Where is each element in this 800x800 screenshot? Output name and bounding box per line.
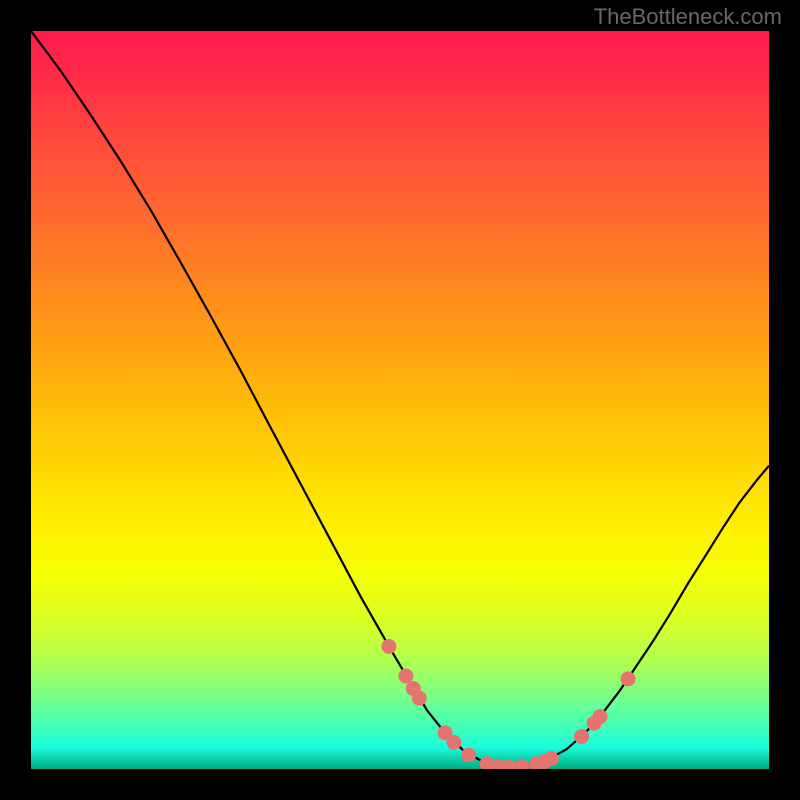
marker-dot	[398, 669, 413, 684]
marker-dot	[574, 729, 589, 744]
marker-dot	[461, 747, 476, 762]
chart-svg	[31, 31, 769, 769]
marker-dot	[446, 735, 461, 750]
highlight-markers	[381, 639, 635, 769]
marker-dot	[412, 691, 427, 706]
marker-dot	[544, 751, 559, 766]
marker-dot	[514, 759, 529, 769]
marker-dot	[621, 671, 636, 686]
marker-dot	[593, 709, 608, 724]
watermark-text: TheBottleneck.com	[594, 4, 782, 30]
marker-dot	[381, 639, 396, 654]
chart-plot-area	[31, 31, 769, 769]
bottleneck-curve	[31, 31, 769, 767]
